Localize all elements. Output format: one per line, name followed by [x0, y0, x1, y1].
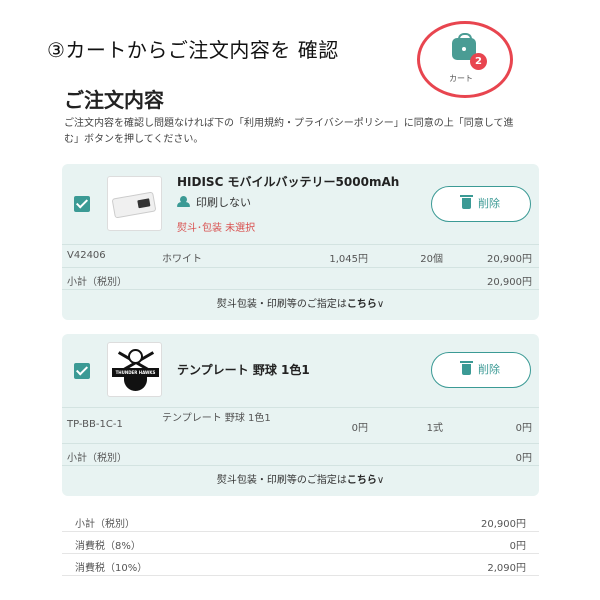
subtotal-value: 0円: [515, 453, 532, 464]
subtotal-label: 小計（税別）: [67, 277, 127, 288]
trash-icon: [460, 195, 473, 209]
summary-value: 20,900円: [481, 519, 526, 530]
logo-text: THUNDER HAWKS: [112, 368, 159, 377]
delete-label: 削除: [478, 197, 500, 210]
variant-unit-price: 0円: [351, 423, 368, 434]
options-link-text[interactable]: こちら: [347, 475, 377, 486]
chevron-down-icon: ∨: [376, 475, 385, 486]
page-description: ご注文内容を確認し問題なければ下の「利用規約・プライバシーポリシー」に同意の上「…: [64, 118, 514, 145]
cart-label[interactable]: カート: [449, 73, 473, 84]
summary-label: 消費税（10%）: [75, 563, 148, 574]
options-link-text[interactable]: こちら: [347, 299, 377, 310]
variant-unit-price: 1,045円: [329, 254, 368, 265]
variant-color: テンプレート 野球 1色1: [162, 413, 271, 424]
summary-row: 小計（税別） 20,900円: [62, 510, 539, 532]
variant-row: TP-BB-1C-1 テンプレート 野球 1色1 0円 1式 0円: [62, 407, 539, 443]
step-title: ③カートからご注文内容を 確認: [47, 38, 339, 62]
print-option: 印刷しない: [177, 194, 251, 210]
variant-quantity: 20個: [420, 254, 443, 265]
cart-item-card: THUNDER HAWKS テンプレート 野球 1色1 削除 TP-BB-1C-…: [62, 334, 539, 496]
options-link[interactable]: 熨斗包装・印刷等のご指定はこちら∨: [62, 289, 539, 320]
options-link[interactable]: 熨斗包装・印刷等のご指定はこちら∨: [62, 465, 539, 496]
variant-row: V42406 ホワイト 1,045円 20個 20,900円: [62, 244, 539, 267]
item-checkbox[interactable]: [74, 196, 90, 212]
summary-value: 2,090円: [487, 563, 526, 574]
variant-color: ホワイト: [162, 254, 202, 265]
page-title: ご注文内容: [64, 88, 164, 112]
variant-total: 0円: [515, 423, 532, 434]
power-bank-icon: [111, 191, 157, 219]
noshi-status: 熨斗･包装 未選択: [177, 223, 256, 234]
options-text: 熨斗包装・印刷等のご指定は: [216, 299, 347, 310]
product-thumbnail: [107, 176, 162, 231]
delete-button[interactable]: 削除: [431, 352, 531, 388]
item-name: HIDISC モバイルバッテリー5000mAh: [177, 175, 400, 189]
trash-icon: [460, 361, 473, 375]
item-name: テンプレート 野球 1色1: [177, 363, 310, 377]
variant-quantity: 1式: [426, 423, 443, 434]
baseball-logo-icon: [128, 349, 143, 364]
summary-row: 消費税（8%） 0円: [62, 532, 539, 554]
delete-label: 削除: [478, 363, 500, 376]
print-option-label: 印刷しない: [196, 196, 251, 209]
chevron-down-icon: ∨: [376, 299, 385, 310]
subtotal-value: 20,900円: [487, 277, 532, 288]
variant-code: TP-BB-1C-1: [67, 419, 123, 430]
summary-label: 消費税（8%）: [75, 541, 141, 552]
person-icon: [177, 196, 190, 207]
variant-code: V42406: [67, 250, 106, 261]
subtotal-row: 小計（税別） 20,900円: [62, 267, 539, 289]
delete-button[interactable]: 削除: [431, 186, 531, 222]
subtotal-row: 小計（税別） 0円: [62, 443, 539, 465]
cart-count-badge: 2: [470, 53, 487, 70]
subtotal-label: 小計（税別）: [67, 453, 127, 464]
item-checkbox[interactable]: [74, 363, 90, 379]
cart-item-card: HIDISC モバイルバッテリー5000mAh 印刷しない 熨斗･包装 未選択 …: [62, 164, 539, 320]
variant-total: 20,900円: [487, 254, 532, 265]
summary-value: 0円: [509, 541, 526, 552]
summary-label: 小計（税別）: [75, 519, 135, 530]
logo-shield: [124, 377, 147, 391]
summary-row: 消費税（10%） 2,090円: [62, 554, 539, 576]
product-thumbnail: THUNDER HAWKS: [107, 342, 162, 397]
options-text: 熨斗包装・印刷等のご指定は: [216, 475, 347, 486]
